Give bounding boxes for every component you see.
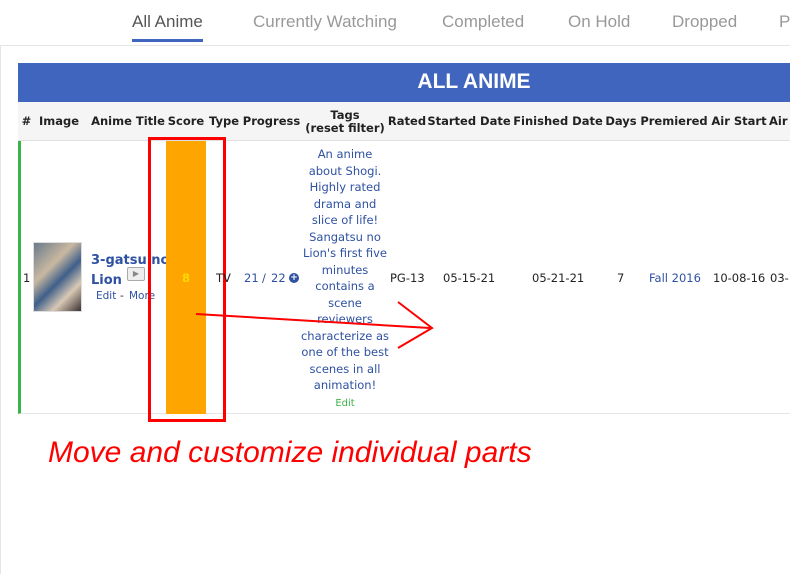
annotation-caption: Move and customize individual parts bbox=[48, 436, 532, 469]
arrow-annotation bbox=[195, 301, 434, 349]
